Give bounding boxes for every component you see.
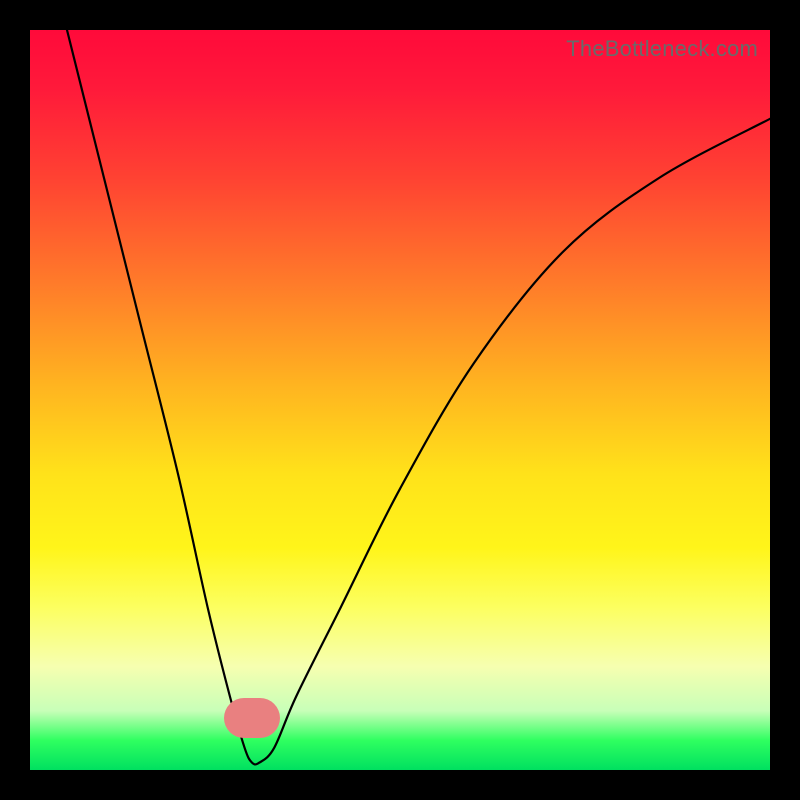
optimal-range-band [224, 698, 280, 738]
plot-area: TheBottleneck.com [30, 30, 770, 770]
bottleneck-curve [30, 30, 770, 770]
